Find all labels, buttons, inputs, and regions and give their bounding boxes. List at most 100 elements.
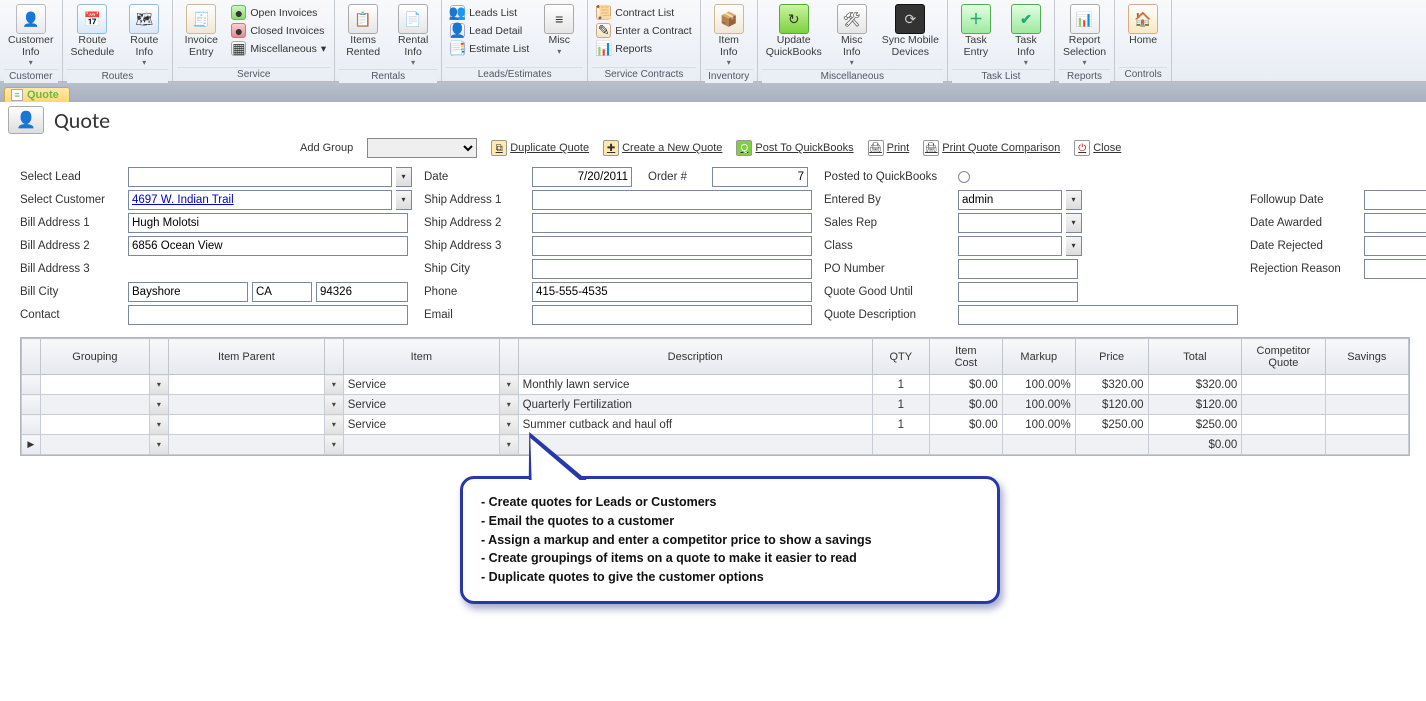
sc-reports-button[interactable]: 📊Reports [592, 40, 695, 57]
tab-quote[interactable]: ≡ Quote [4, 87, 70, 102]
invoice-entry-button[interactable]: 🧾Invoice Entry [177, 2, 225, 67]
cell-item[interactable]: Service [343, 395, 499, 415]
cell-itemparent[interactable] [168, 415, 324, 435]
grouping-dropdown[interactable]: ▾ [150, 435, 169, 455]
cell-cost[interactable] [929, 435, 1002, 455]
closed-invoices-button[interactable]: ●Closed Invoices [227, 22, 330, 39]
table-row[interactable]: ▾▾Service▾Summer cutback and haul off1$0… [22, 415, 1409, 435]
item-dropdown[interactable]: ▾ [499, 375, 518, 395]
cell-price[interactable]: $120.00 [1075, 395, 1148, 415]
leads-misc-button[interactable]: ≡Misc▾ [535, 2, 583, 67]
col-cost[interactable]: Item Cost [929, 339, 1002, 375]
phone-input[interactable] [532, 282, 812, 302]
rental-info-button[interactable]: 📄Rental Info▾ [389, 2, 437, 69]
enter-contract-button[interactable]: ✎Enter a Contract [592, 22, 695, 39]
home-button[interactable]: 🏠Home [1119, 2, 1167, 67]
col-competitor[interactable]: Competitor Quote [1242, 339, 1325, 375]
cell-competitor[interactable] [1242, 395, 1325, 415]
cell-qty[interactable] [872, 435, 929, 455]
select-lead-input[interactable] [128, 167, 392, 187]
row-selector[interactable] [22, 375, 41, 395]
task-info-button[interactable]: ✔Task Info▾ [1002, 2, 1050, 69]
cell-item[interactable] [343, 435, 499, 455]
create-new-quote-button[interactable]: ✚Create a New Quote [603, 140, 722, 156]
estimate-list-button[interactable]: 📑Estimate List [446, 40, 533, 57]
route-schedule-button[interactable]: 📅Route Schedule [67, 2, 119, 69]
posted-radio[interactable] [958, 171, 970, 183]
sync-mobile-button[interactable]: ⟳Sync Mobile Devices [878, 2, 943, 69]
cell-price[interactable]: $320.00 [1075, 375, 1148, 395]
cell-itemparent[interactable] [168, 435, 324, 455]
cell-total[interactable]: $0.00 [1148, 435, 1242, 455]
cell-competitor[interactable] [1242, 435, 1325, 455]
row-selector[interactable] [22, 395, 41, 415]
followup-input[interactable] [1364, 190, 1426, 210]
col-savings[interactable]: Savings [1325, 339, 1408, 375]
cell-qty[interactable]: 1 [872, 395, 929, 415]
po-input[interactable] [958, 259, 1078, 279]
service-misc-button[interactable]: ▦Miscellaneous ▾ [227, 40, 330, 57]
table-row[interactable]: ▾▾Service▾Monthly lawn service1$0.00100.… [22, 375, 1409, 395]
cell-item[interactable]: Service [343, 375, 499, 395]
email-input[interactable] [532, 305, 812, 325]
col-markup[interactable]: Markup [1002, 339, 1075, 375]
cell-description[interactable]: Summer cutback and haul off [518, 415, 872, 435]
salesrep-dropdown[interactable]: ▾ [1066, 213, 1082, 233]
cell-total[interactable]: $320.00 [1148, 375, 1242, 395]
billcity-input[interactable] [128, 282, 248, 302]
duplicate-quote-button[interactable]: ⧉Duplicate Quote [491, 140, 589, 156]
cell-qty[interactable]: 1 [872, 415, 929, 435]
rejected-input[interactable] [1364, 236, 1426, 256]
awarded-input[interactable] [1364, 213, 1426, 233]
col-item[interactable]: Item [343, 339, 499, 375]
shipcity-input[interactable] [532, 259, 812, 279]
table-row[interactable]: ▶▾▾▾$0.00 [22, 435, 1409, 455]
print-button[interactable]: 🖨Print [868, 140, 910, 156]
item-dropdown[interactable]: ▾ [499, 395, 518, 415]
bill1-input[interactable] [128, 213, 408, 233]
item-info-button[interactable]: 📦Item Info▾ [705, 2, 753, 69]
add-group-select[interactable] [367, 138, 477, 158]
col-qty[interactable]: QTY [872, 339, 929, 375]
cell-cost[interactable]: $0.00 [929, 395, 1002, 415]
col-description[interactable]: Description [518, 339, 872, 375]
customer-info-button[interactable]: 👤Customer Info▾ [4, 2, 58, 69]
date-input[interactable] [532, 167, 632, 187]
cell-price[interactable]: $250.00 [1075, 415, 1148, 435]
order-input[interactable] [712, 167, 808, 187]
ship2-input[interactable] [532, 213, 812, 233]
ship3-input[interactable] [532, 236, 812, 256]
table-row[interactable]: ▾▾Service▾Quarterly Fertilization1$0.001… [22, 395, 1409, 415]
cell-itemparent[interactable] [168, 395, 324, 415]
cell-markup[interactable]: 100.00% [1002, 375, 1075, 395]
cell-grouping[interactable] [40, 395, 149, 415]
post-to-qb-button[interactable]: QPost To QuickBooks [736, 140, 853, 156]
cell-grouping[interactable] [40, 435, 149, 455]
reason-input[interactable] [1364, 259, 1426, 279]
itemparent-dropdown[interactable]: ▾ [324, 435, 343, 455]
qdesc-input[interactable] [958, 305, 1238, 325]
items-rented-button[interactable]: 📋Items Rented [339, 2, 387, 69]
cell-savings[interactable] [1325, 435, 1408, 455]
cell-qty[interactable]: 1 [872, 375, 929, 395]
leads-list-button[interactable]: 👥Leads List [446, 4, 533, 21]
class-dropdown[interactable]: ▾ [1066, 236, 1082, 256]
close-button[interactable]: ⏻Close [1074, 140, 1121, 156]
class-input[interactable] [958, 236, 1062, 256]
itemparent-dropdown[interactable]: ▾ [324, 375, 343, 395]
cell-savings[interactable] [1325, 415, 1408, 435]
cell-savings[interactable] [1325, 375, 1408, 395]
misc-info-button[interactable]: 🛠Misc Info▾ [828, 2, 876, 69]
ship1-input[interactable] [532, 190, 812, 210]
cell-item[interactable]: Service [343, 415, 499, 435]
contact-input[interactable] [128, 305, 408, 325]
route-info-button[interactable]: 🗺Route Info▾ [120, 2, 168, 69]
col-grouping[interactable]: Grouping [40, 339, 149, 375]
billstate-input[interactable] [252, 282, 312, 302]
row-selector[interactable] [22, 415, 41, 435]
grouping-dropdown[interactable]: ▾ [150, 395, 169, 415]
cell-competitor[interactable] [1242, 415, 1325, 435]
contract-list-button[interactable]: 📜Contract List [592, 4, 695, 21]
itemparent-dropdown[interactable]: ▾ [324, 415, 343, 435]
enteredby-dropdown[interactable]: ▾ [1066, 190, 1082, 210]
